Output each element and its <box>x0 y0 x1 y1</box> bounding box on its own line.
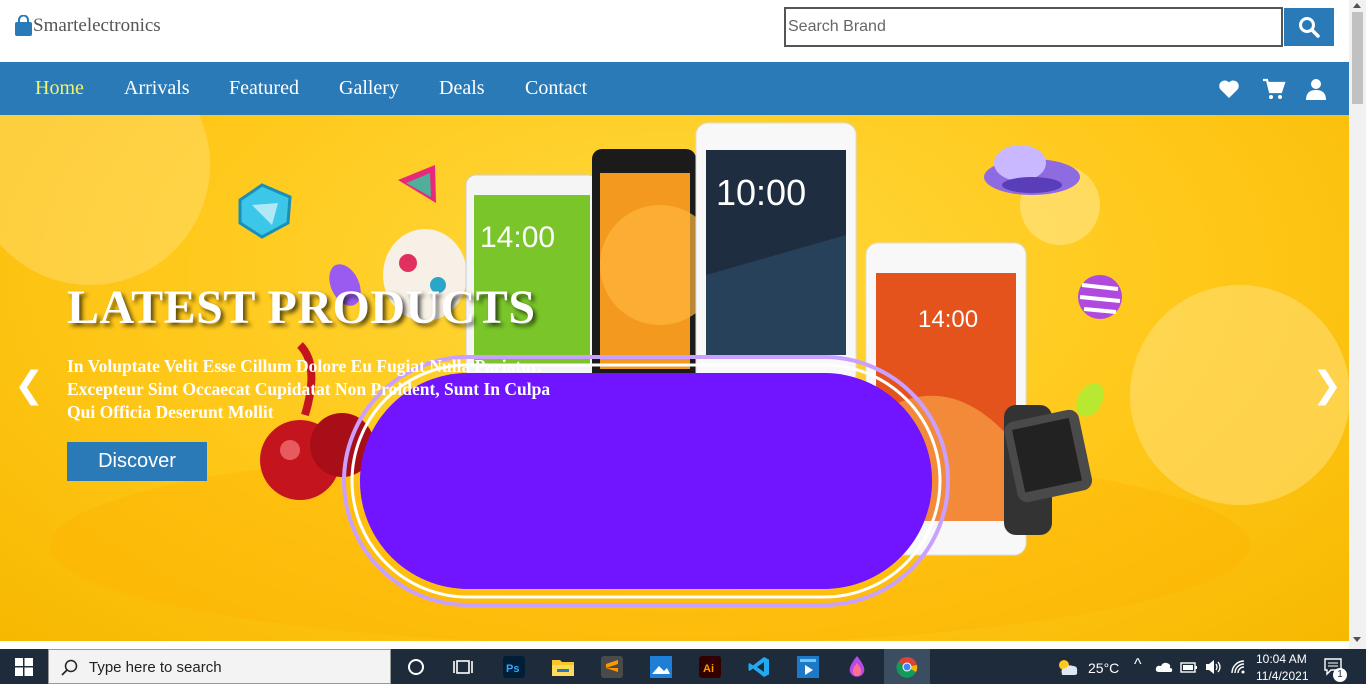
weather-temperature: 25°C <box>1088 660 1120 676</box>
phone-dark: 10:00 <box>695 122 857 386</box>
photoshop-icon[interactable]: Ps <box>499 652 529 681</box>
search-button[interactable] <box>1284 8 1334 46</box>
clock-time[interactable]: 10:04 AM <box>1256 652 1307 666</box>
battery-icon[interactable] <box>1180 661 1198 673</box>
hero-subtitle: In Voluptate Velit Esse Cillum Dolore Eu… <box>67 356 551 422</box>
taskbar-search-placeholder: Type here to search <box>89 659 222 676</box>
file-explorer-icon[interactable] <box>548 652 578 681</box>
nav-arrivals[interactable]: Arrivals <box>124 77 190 100</box>
color-picker-icon[interactable] <box>842 652 872 681</box>
windows-logo-icon <box>15 657 33 676</box>
hero-slider: 14:00 10:00 14:00 LATEST PRODUCTS In Vol… <box>0 115 1349 641</box>
weather-icon[interactable] <box>1056 658 1080 676</box>
taskbar-search-icon <box>61 659 78 676</box>
slider-next-icon[interactable]: ❯ <box>1312 365 1342 406</box>
photos-icon[interactable] <box>646 652 676 681</box>
svg-text:Ps: Ps <box>506 663 519 675</box>
user-icon[interactable] <box>1304 77 1328 101</box>
scroll-up-arrow-icon[interactable] <box>1353 3 1361 8</box>
nav-featured[interactable]: Featured <box>229 77 299 100</box>
nav-home[interactable]: Home <box>35 77 84 100</box>
cart-icon[interactable] <box>1262 77 1286 101</box>
onedrive-icon[interactable] <box>1155 661 1173 673</box>
search-icon <box>1299 17 1320 38</box>
discover-button[interactable]: Discover <box>67 442 207 481</box>
main-nav: Home Arrivals Featured Gallery Deals Con… <box>0 62 1349 115</box>
heart-icon[interactable] <box>1217 77 1241 101</box>
scroll-down-arrow-icon[interactable] <box>1353 637 1361 642</box>
windows-taskbar: Type here to search Ps Ai 25°C ^ 10:04 A… <box>0 649 1366 684</box>
phone-time-3: 14:00 <box>918 306 978 333</box>
vscode-icon[interactable] <box>744 652 774 681</box>
clock-date[interactable]: 11/4/2021 <box>1256 669 1309 683</box>
brand-name: Smartelectronics <box>33 15 161 36</box>
task-view-icon[interactable] <box>448 652 478 681</box>
top-header: Smartelectronics <box>0 0 1349 62</box>
taskbar-search-box[interactable]: Type here to search <box>48 649 391 684</box>
nav-gallery[interactable]: Gallery <box>339 77 399 100</box>
chrome-icon[interactable] <box>884 649 930 684</box>
nav-contact[interactable]: Contact <box>525 77 587 100</box>
media-player-icon[interactable] <box>793 652 823 681</box>
page-scrollbar[interactable] <box>1349 0 1366 649</box>
geo-crystal-icon <box>238 183 292 239</box>
nav-deals[interactable]: Deals <box>439 77 485 100</box>
volume-icon[interactable] <box>1204 659 1222 675</box>
tray-expand-icon[interactable]: ^ <box>1134 656 1142 674</box>
brand-logo[interactable]: Smartelectronics <box>14 15 161 37</box>
wifi-icon[interactable] <box>1230 659 1246 675</box>
cortana-icon[interactable] <box>401 652 431 681</box>
scroll-thumb[interactable] <box>1352 12 1363 104</box>
phone-time-2: 10:00 <box>716 172 806 213</box>
search-input[interactable] <box>784 7 1283 47</box>
slider-prev-icon[interactable]: ❮ <box>14 365 44 406</box>
notification-badge: 1 <box>1333 668 1347 682</box>
illustrator-icon[interactable]: Ai <box>695 652 725 681</box>
svg-text:Ai: Ai <box>703 663 714 675</box>
shopping-bag-icon <box>15 15 32 36</box>
sublime-text-icon[interactable] <box>597 652 627 681</box>
start-button[interactable] <box>0 649 48 684</box>
hero-title: LATEST PRODUCTS <box>67 281 536 334</box>
phone-time-1: 14:00 <box>480 221 555 254</box>
